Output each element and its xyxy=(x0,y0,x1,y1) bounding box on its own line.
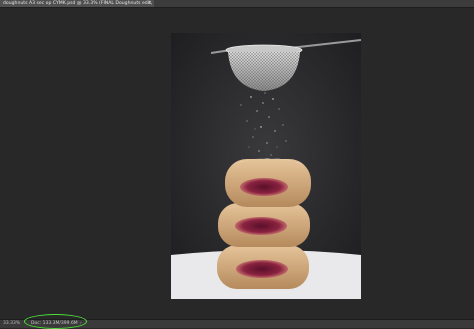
document-tab-bar: doughnuts A3 sec op CYMK.psd @ 33.3% (FI… xyxy=(0,0,474,8)
close-icon[interactable]: × xyxy=(148,0,152,7)
document-tab-title: doughnuts A3 sec op CYMK.psd @ 33.3% (FI… xyxy=(3,1,154,6)
document-tab[interactable]: doughnuts A3 sec op CYMK.psd @ 33.3% (FI… xyxy=(0,0,154,7)
document-canvas-image[interactable] xyxy=(171,33,361,299)
